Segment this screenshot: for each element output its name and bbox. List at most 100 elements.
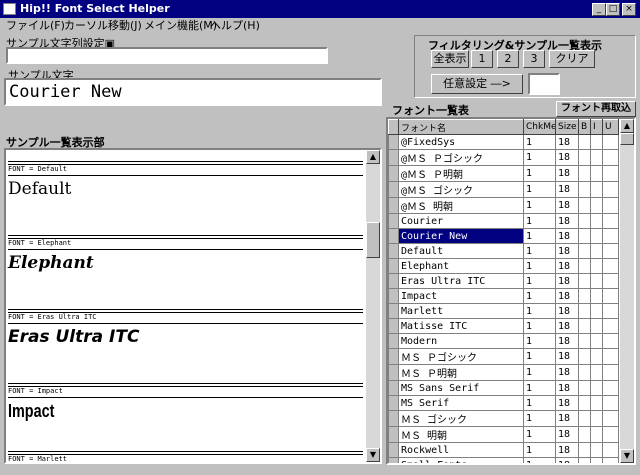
menu-cursor-move[interactable]: カーソル移動(J) [64, 18, 142, 34]
underline-cell[interactable] [602, 426, 619, 443]
italic-cell[interactable] [590, 258, 603, 274]
bold-cell[interactable] [578, 442, 591, 458]
bold-cell[interactable] [578, 258, 591, 274]
underline-cell[interactable] [602, 457, 619, 463]
font-name-cell[interactable]: Elephant [398, 258, 524, 274]
font-row[interactable]: Marlett 1 18 [388, 303, 619, 319]
font-list-grid[interactable]: フォント名 ChkMe! Size B I U @FixedSys118@ＭＳ … [386, 117, 636, 465]
size-cell[interactable]: 18 [555, 243, 579, 259]
underline-cell[interactable] [602, 395, 619, 411]
row-header[interactable] [388, 258, 399, 274]
underline-cell[interactable] [602, 442, 619, 458]
chkme-cell[interactable]: 1 [523, 243, 556, 259]
font-name-cell[interactable]: @ＭＳ ゴシック [398, 181, 524, 198]
italic-cell[interactable] [590, 333, 603, 349]
menu-help[interactable]: ヘルプ(H) [210, 18, 260, 34]
font-name-cell[interactable]: @FixedSys [398, 134, 524, 150]
custom-setting-button[interactable]: 任意設定 ―> [431, 74, 523, 94]
font-name-cell[interactable]: Small Fonts [398, 457, 524, 463]
row-header[interactable] [388, 442, 399, 458]
size-cell[interactable]: 18 [555, 333, 579, 349]
underline-cell[interactable] [602, 197, 619, 214]
clear-button[interactable]: クリア [549, 50, 595, 68]
bold-cell[interactable] [578, 364, 591, 381]
italic-cell[interactable] [590, 149, 603, 166]
filter-3-button[interactable]: 3 [523, 50, 545, 68]
underline-cell[interactable] [602, 258, 619, 274]
size-cell[interactable]: 18 [555, 442, 579, 458]
font-row[interactable]: @FixedSys 1 18 [388, 134, 619, 150]
bold-cell[interactable] [578, 288, 591, 304]
chkme-cell[interactable]: 1 [523, 213, 556, 229]
bold-cell[interactable] [578, 149, 591, 166]
font-list-scrollbar[interactable]: ▲ ▼ [620, 119, 634, 463]
chkme-cell[interactable]: 1 [523, 273, 556, 289]
bold-cell[interactable] [578, 457, 591, 463]
bold-cell[interactable] [578, 395, 591, 411]
size-cell[interactable]: 18 [555, 364, 579, 381]
row-header[interactable] [388, 380, 399, 396]
font-row[interactable]: Elephant 1 18 [388, 258, 619, 274]
row-header[interactable] [388, 197, 399, 214]
col-header-chkme[interactable]: ChkMe! [523, 119, 556, 135]
underline-cell[interactable] [602, 243, 619, 259]
bold-cell[interactable] [578, 243, 591, 259]
italic-cell[interactable] [590, 380, 603, 396]
underline-cell[interactable] [602, 348, 619, 365]
bold-cell[interactable] [578, 273, 591, 289]
chkme-cell[interactable]: 1 [523, 149, 556, 166]
minimize-button[interactable]: _ [592, 3, 606, 16]
bold-cell[interactable] [578, 303, 591, 319]
chkme-cell[interactable]: 1 [523, 380, 556, 396]
chkme-cell[interactable]: 1 [523, 197, 556, 214]
font-row[interactable]: @ＭＳ Ｐゴシック 1 18 [388, 149, 619, 166]
col-header-underline[interactable]: U [602, 119, 619, 135]
chkme-cell[interactable]: 1 [523, 288, 556, 304]
chkme-cell[interactable]: 1 [523, 395, 556, 411]
font-name-cell[interactable]: ＭＳ ゴシック [398, 410, 524, 427]
row-header[interactable] [388, 395, 399, 411]
chkme-cell[interactable]: 1 [523, 442, 556, 458]
size-cell[interactable]: 18 [555, 197, 579, 214]
bold-cell[interactable] [578, 318, 591, 334]
row-header[interactable] [388, 426, 399, 443]
row-header[interactable] [388, 333, 399, 349]
font-name-cell[interactable]: MS Serif [398, 395, 524, 411]
font-name-cell[interactable]: Modern [398, 333, 524, 349]
row-header[interactable] [388, 364, 399, 381]
underline-cell[interactable] [602, 303, 619, 319]
size-cell[interactable]: 18 [555, 318, 579, 334]
col-header-size[interactable]: Size [555, 119, 579, 135]
chkme-cell[interactable]: 1 [523, 228, 556, 244]
underline-cell[interactable] [602, 165, 619, 182]
italic-cell[interactable] [590, 243, 603, 259]
font-name-cell[interactable]: @ＭＳ 明朝 [398, 197, 524, 214]
chkme-cell[interactable]: 1 [523, 348, 556, 365]
col-header-italic[interactable]: I [590, 119, 603, 135]
font-row[interactable]: MS Sans Serif 1 18 [388, 380, 619, 396]
font-name-cell[interactable]: Eras Ultra ITC [398, 273, 524, 289]
bold-cell[interactable] [578, 165, 591, 182]
font-row[interactable]: ＭＳ Ｐゴシック 1 18 [388, 348, 619, 365]
underline-cell[interactable] [602, 273, 619, 289]
list-scroll-thumb[interactable] [620, 133, 634, 145]
chkme-cell[interactable]: 1 [523, 134, 556, 150]
font-row[interactable]: Rockwell 1 18 [388, 442, 619, 458]
italic-cell[interactable] [590, 395, 603, 411]
size-cell[interactable]: 18 [555, 181, 579, 198]
italic-cell[interactable] [590, 273, 603, 289]
chkme-cell[interactable]: 1 [523, 457, 556, 463]
italic-cell[interactable] [590, 410, 603, 427]
size-cell[interactable]: 18 [555, 410, 579, 427]
font-name-cell[interactable]: Courier New [398, 228, 524, 244]
size-cell[interactable]: 18 [555, 228, 579, 244]
row-header[interactable] [388, 348, 399, 365]
italic-cell[interactable] [590, 181, 603, 198]
underline-cell[interactable] [602, 410, 619, 427]
custom-setting-input[interactable] [528, 73, 560, 95]
bold-cell[interactable] [578, 380, 591, 396]
chkme-cell[interactable]: 1 [523, 258, 556, 274]
italic-cell[interactable] [590, 364, 603, 381]
row-header[interactable] [388, 273, 399, 289]
row-header[interactable] [388, 457, 399, 463]
